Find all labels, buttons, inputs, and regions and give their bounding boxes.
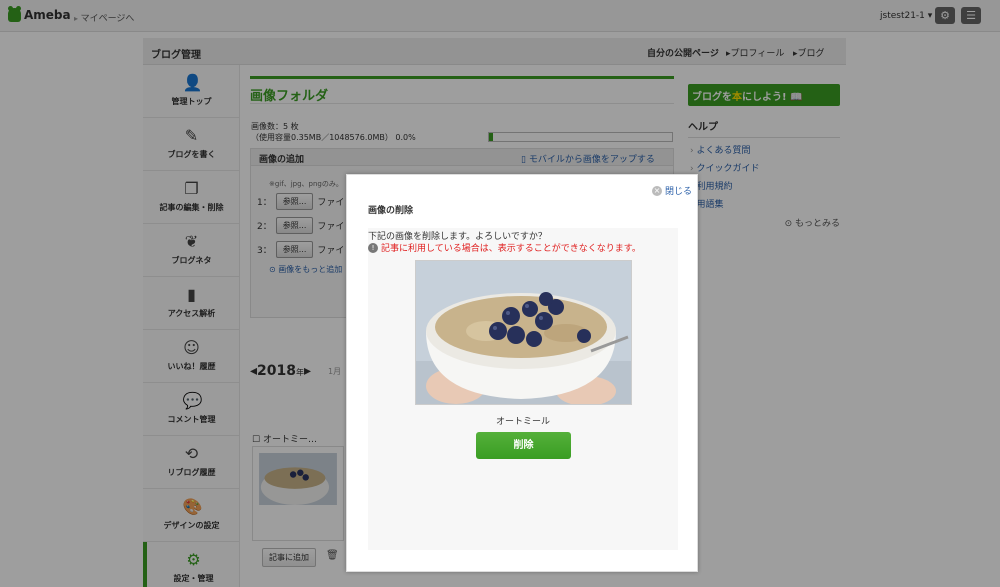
delete-image-modal: × 閉じる 画像の削除 下記の画像を削除します。よろしいですか？ ! 記事に利用… (346, 174, 698, 572)
delete-button[interactable]: 削除 (476, 432, 571, 459)
modal-title: 画像の削除 (368, 206, 414, 216)
warning-message: ! 記事に利用している場合は、表示することができなくなります。 (368, 241, 641, 254)
warning-icon: ! (368, 242, 378, 253)
close-icon: × (652, 185, 662, 196)
modal-body: 下記の画像を削除します。よろしいですか？ ! 記事に利用している場合は、表示する… (368, 228, 678, 550)
close-button[interactable]: × 閉じる (652, 184, 692, 197)
close-label: 閉じる (665, 187, 693, 197)
oatmeal-photo (416, 261, 631, 404)
image-caption: オートミール (495, 417, 550, 427)
image-preview (415, 260, 632, 405)
warning-text: 記事に利用している場合は、表示することができなくなります。 (381, 244, 641, 254)
